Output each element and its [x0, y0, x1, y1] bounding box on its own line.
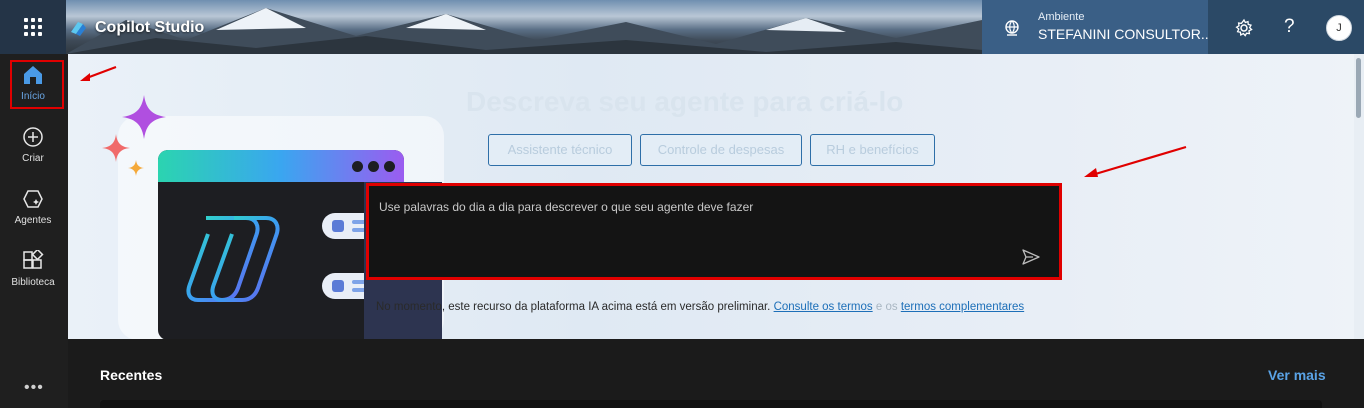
nav-label-criar: Criar: [22, 153, 44, 164]
recent-title: Recentes: [100, 367, 163, 383]
sparkle-icon: [102, 134, 130, 162]
avatar[interactable]: J: [1326, 15, 1352, 41]
recent-section: [68, 339, 1364, 408]
scrollbar[interactable]: [1354, 54, 1364, 339]
gear-icon[interactable]: [1234, 18, 1254, 38]
suggestion-chip[interactable]: Controle de despesas: [640, 134, 802, 166]
top-bar: Copilot Studio Ambiente STEFANINI CONSUL…: [0, 0, 1364, 54]
more-options-button[interactable]: •••: [24, 379, 44, 397]
environment-label: Ambiente: [1038, 11, 1085, 23]
app-launcher-button[interactable]: [0, 0, 66, 54]
annotation-arrow: [80, 65, 117, 81]
see-more-link[interactable]: Ver mais: [1268, 367, 1326, 383]
agent-description-input[interactable]: Use palavras do dia a dia para descrever…: [366, 183, 1062, 280]
illustration-card-header: [158, 150, 404, 182]
copilot-logo-icon: [186, 216, 280, 302]
environment-value: STEFANINI CONSULTOR...: [1038, 26, 1213, 42]
copilot-studio-logo-icon: [71, 22, 86, 36]
highlight-box-inicio: [10, 60, 64, 109]
preview-disclaimer: No momento, este recurso da plataforma I…: [376, 301, 1024, 313]
annotation-arrow: [1084, 145, 1187, 177]
prompt-placeholder: Use palavras do dia a dia para descrever…: [379, 200, 754, 214]
disclaimer-joiner: e os: [875, 301, 898, 313]
nav-item-biblioteca[interactable]: Biblioteca: [0, 250, 66, 308]
help-button[interactable]: ?: [1284, 16, 1295, 38]
suggestion-chip[interactable]: RH e benefícios: [810, 134, 935, 166]
scrollbar-thumb[interactable]: [1356, 58, 1361, 118]
suggestion-chip[interactable]: Assistente técnico: [488, 134, 632, 166]
supplemental-terms-link[interactable]: termos complementares: [901, 301, 1024, 313]
disclaimer-text: No momento, este recurso da plataforma I…: [376, 301, 771, 313]
send-icon[interactable]: [1021, 248, 1041, 266]
library-icon: [23, 250, 44, 269]
waffle-icon: [24, 18, 42, 36]
plus-circle-icon: [23, 127, 43, 147]
globe-environment-icon: [1005, 20, 1019, 36]
sparkle-icon: [128, 160, 144, 176]
nav-label-agentes: Agentes: [14, 215, 52, 226]
nav-label-biblioteca: Biblioteca: [11, 277, 55, 288]
nav-item-criar[interactable]: Criar: [0, 126, 66, 184]
nav-item-agentes[interactable]: Agentes: [0, 188, 66, 246]
recent-list: [100, 400, 1322, 408]
agent-icon: [23, 190, 43, 208]
terms-link[interactable]: Consulte os termos: [774, 301, 873, 313]
hero-title: Descreva seu agente para criá-lo: [466, 86, 904, 117]
app-title[interactable]: Copilot Studio: [95, 19, 204, 37]
